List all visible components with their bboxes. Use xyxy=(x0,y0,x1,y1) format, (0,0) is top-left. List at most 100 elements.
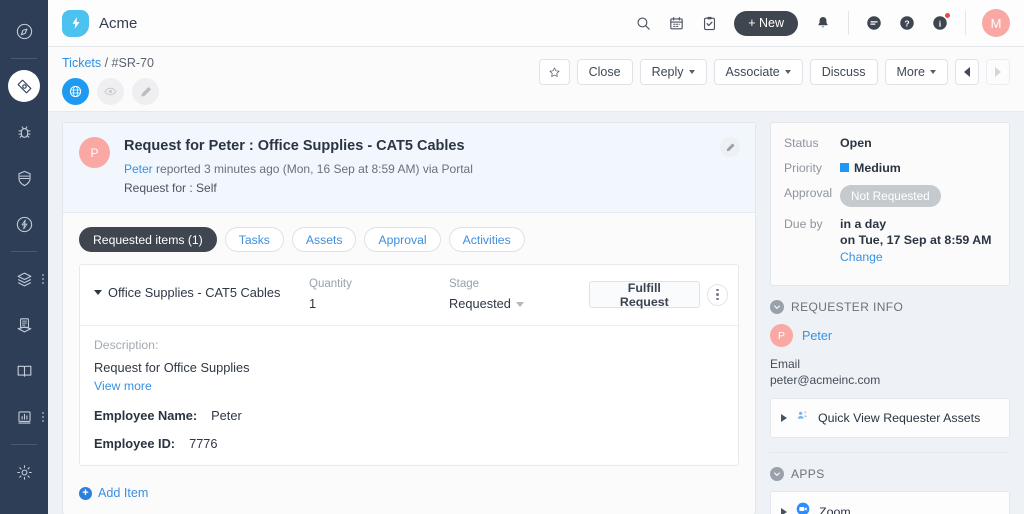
stage-value-text: Requested xyxy=(449,296,511,311)
assets-overflow-dots[interactable] xyxy=(42,274,44,284)
shield-icon xyxy=(15,169,34,188)
globe-icon[interactable] xyxy=(62,78,89,105)
sub-bar: Tickets / #SR-70 Close Reply Associate D… xyxy=(48,47,1024,112)
eye-icon[interactable] xyxy=(97,78,124,105)
tab-approval[interactable]: Approval xyxy=(364,227,441,252)
ticket-header-text: Request for Peter : Office Supplies - CA… xyxy=(124,137,473,196)
ticket-meta: Peter reported 3 minutes ago (Mon, 16 Se… xyxy=(124,161,473,177)
search-icon[interactable] xyxy=(628,8,658,38)
employee-id-value: 7776 xyxy=(189,436,218,451)
due-by-label: Due by xyxy=(784,217,823,231)
tab-activities[interactable]: Activities xyxy=(448,227,525,252)
chat-icon[interactable] xyxy=(859,8,889,38)
discuss-button-label: Discuss xyxy=(821,65,866,79)
priority-value[interactable]: Medium xyxy=(840,160,901,176)
employee-id-field: Employee ID: 7776 xyxy=(94,436,724,451)
chevron-down-icon xyxy=(770,300,784,314)
more-button[interactable]: More xyxy=(884,59,948,85)
clipboard-check-icon[interactable] xyxy=(694,8,724,38)
info-icon[interactable]: i xyxy=(925,8,955,38)
reporter-link[interactable]: Peter xyxy=(124,162,153,176)
status-badge[interactable]: Not Requested xyxy=(840,185,941,207)
sidebar-item-solutions[interactable] xyxy=(0,348,48,394)
bell-icon[interactable] xyxy=(808,8,838,38)
sidebar-item-tickets[interactable] xyxy=(0,63,48,109)
requested-item-box: Office Supplies - CAT5 Cables Quantity 1… xyxy=(79,264,739,466)
analytics-overflow-dots[interactable] xyxy=(42,412,44,422)
sidebar-item-changes[interactable] xyxy=(0,155,48,201)
add-item-link[interactable]: + Add Item xyxy=(63,476,755,514)
brand-logo-group[interactable]: Acme xyxy=(62,9,137,37)
edit-pencil-icon[interactable] xyxy=(720,137,740,157)
stage-value-dropdown[interactable]: Requested xyxy=(449,295,589,313)
requester-info-section-header[interactable]: REQUESTER INFO xyxy=(770,286,1010,324)
item-overflow-menu-icon[interactable] xyxy=(706,283,728,306)
requester-assets-icon xyxy=(795,408,810,428)
lightning-logo-icon xyxy=(62,9,89,37)
sidebar-item-purchase[interactable] xyxy=(0,302,48,348)
requester-info-body: P Peter Email peter@acmeinc.com Quick Vi… xyxy=(770,324,1010,438)
rail-divider-3 xyxy=(11,444,37,445)
sidebar-item-analytics[interactable] xyxy=(0,394,48,440)
employee-name-field: Employee Name: Peter xyxy=(94,408,724,423)
tab-tasks[interactable]: Tasks xyxy=(224,227,284,252)
rail-divider-2 xyxy=(11,251,37,252)
requester-name-link[interactable]: Peter xyxy=(802,329,832,343)
associate-button[interactable]: Associate xyxy=(713,59,803,85)
status-value[interactable]: Open xyxy=(840,135,872,151)
previous-ticket-button[interactable] xyxy=(955,59,979,85)
properties-panel: Status Open Priority Medium Approval Not… xyxy=(770,122,1010,286)
new-button[interactable]: + New xyxy=(734,10,798,36)
rail-divider-1 xyxy=(11,58,37,59)
fulfill-request-button[interactable]: Fulfill Request xyxy=(589,281,700,309)
zoom-icon xyxy=(795,501,811,514)
ticket-card: P Request for Peter : Office Supplies - … xyxy=(62,122,756,514)
apps-section-header[interactable]: APPS xyxy=(770,453,1010,491)
quantity-label: Quantity xyxy=(309,278,352,290)
app-item-zoom[interactable]: Zoom xyxy=(770,491,1010,514)
quick-view-label: Quick View Requester Assets xyxy=(818,411,981,425)
help-icon[interactable]: ? xyxy=(892,8,922,38)
tab-requested-items[interactable]: Requested items (1) xyxy=(79,227,217,252)
property-priority: Priority Medium xyxy=(784,160,996,176)
ticket-content-column: P Request for Peter : Office Supplies - … xyxy=(48,122,766,514)
sidebar-item-releases[interactable] xyxy=(0,201,48,247)
chevron-left-icon xyxy=(964,67,970,77)
sidebar-item-assets[interactable] xyxy=(0,256,48,302)
priority-color-swatch xyxy=(840,163,849,172)
ticket-icon xyxy=(8,70,40,102)
description-text: Request for Office Supplies xyxy=(94,360,250,375)
triangle-down-icon xyxy=(94,290,102,295)
ticket-tabs: Requested items (1) Tasks Assets Approva… xyxy=(63,213,755,264)
item-collapse-toggle[interactable]: Office Supplies - CAT5 Cables xyxy=(94,277,309,300)
breadcrumb-root-link[interactable]: Tickets xyxy=(62,56,101,70)
item-quantity-column: Quantity 1 xyxy=(309,277,449,313)
sidebar-item-problems[interactable] xyxy=(0,109,48,155)
add-item-label: Add Item xyxy=(98,486,149,500)
ticket-toolbar: Close Reply Associate Discuss More xyxy=(538,55,1010,85)
calendar-icon[interactable] xyxy=(661,8,691,38)
avatar[interactable]: M xyxy=(982,9,1010,37)
chevron-down-icon xyxy=(784,70,791,74)
due-absolute: on Tue, 17 Sep at 8:59 AM xyxy=(840,233,992,247)
next-ticket-button[interactable] xyxy=(986,59,1010,85)
stage-label: Stage xyxy=(449,278,480,290)
pencil-icon[interactable] xyxy=(132,78,159,105)
chevron-right-icon xyxy=(995,67,1001,77)
tab-assets[interactable]: Assets xyxy=(291,227,357,252)
item-name-label: Office Supplies - CAT5 Cables xyxy=(108,285,281,300)
layers-icon xyxy=(15,270,34,289)
item-stage-column: Stage Requested xyxy=(449,277,589,313)
sidebar-item-admin[interactable] xyxy=(0,449,48,495)
view-more-link[interactable]: View more xyxy=(94,379,152,393)
star-button[interactable] xyxy=(538,59,570,85)
due-change-link[interactable]: Change xyxy=(840,250,883,264)
sidebar-item-dashboard[interactable] xyxy=(0,8,48,54)
quick-view-requester-assets[interactable]: Quick View Requester Assets xyxy=(770,398,1010,438)
discuss-button[interactable]: Discuss xyxy=(809,59,878,85)
close-button[interactable]: Close xyxy=(576,59,633,85)
requester-avatar: P xyxy=(79,137,110,168)
ticket-properties-column: Status Open Priority Medium Approval Not… xyxy=(766,122,1024,514)
reply-button[interactable]: Reply xyxy=(639,59,707,85)
app-label-zoom: Zoom xyxy=(819,504,851,514)
